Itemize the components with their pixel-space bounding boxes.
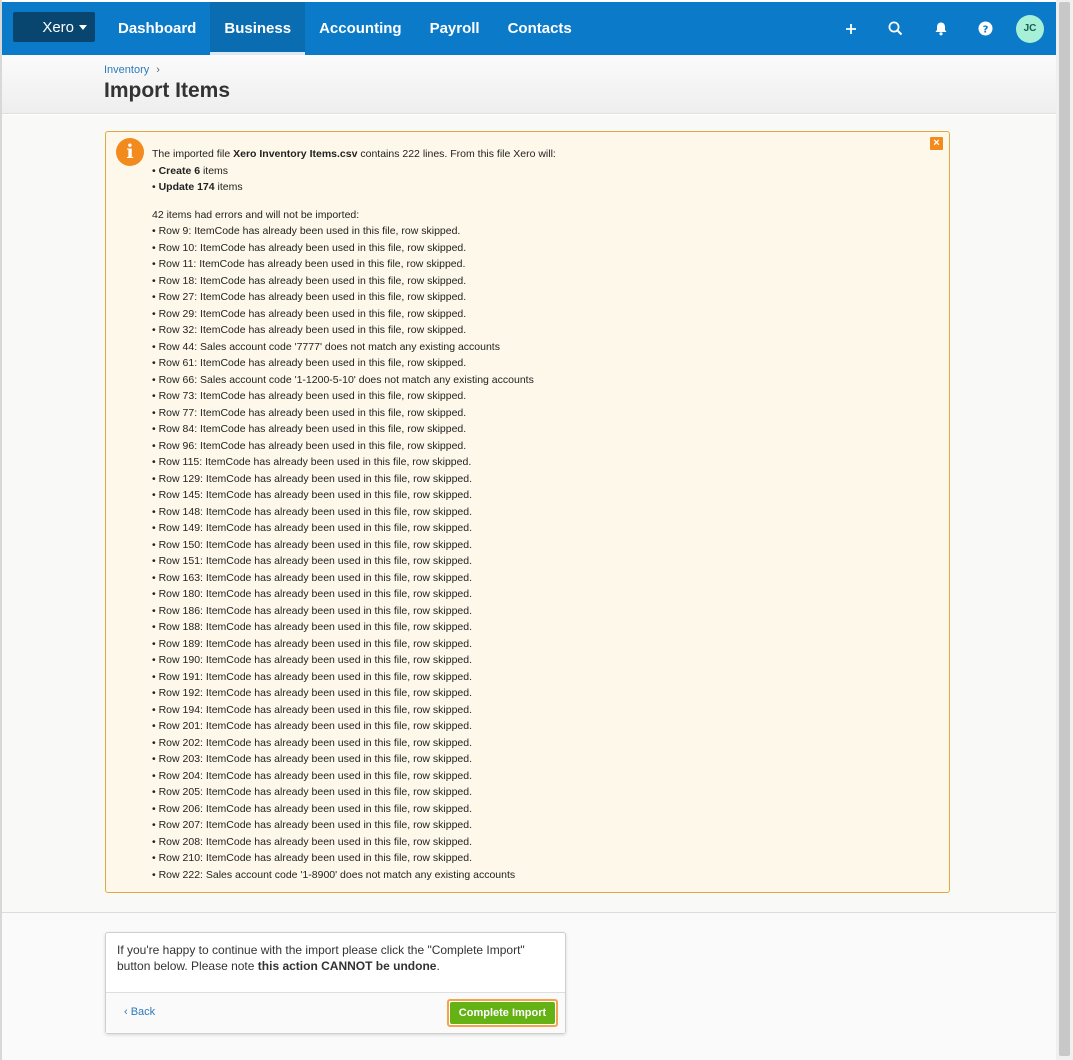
tab-business[interactable]: Business [210,2,306,55]
import-summary-notice: i × The imported file Xero Inventory Ite… [105,131,950,893]
scrollbar[interactable] [1056,0,1073,1060]
error-row: • Row 151: ItemCode has already been use… [152,555,473,567]
org-switcher[interactable]: Xero [13,12,95,42]
plus-icon[interactable] [828,2,873,55]
caret-down-icon [79,24,87,30]
tab-label: Contacts [507,20,572,37]
error-row: • Row 150: ItemCode has already been use… [152,538,473,551]
create-line: • Create 6 items [152,164,229,177]
error-row: • Row 194: ItemCode has already been use… [152,703,473,716]
update-line: • Update 174 items [152,181,243,193]
tab-label: Dashboard [118,20,197,37]
error-row: • Row 96: ItemCode has already been used… [152,439,467,452]
error-row: • Row 192: ItemCode has already been use… [152,687,473,699]
org-label: Xero [42,18,74,36]
scrollbar-thumb[interactable] [1059,2,1070,1056]
error-row: • Row 206: ItemCode has already been use… [152,802,473,815]
error-row: • Row 222: Sales account code '1-8900' d… [152,868,516,881]
tab-accounting[interactable]: Accounting [305,2,416,55]
error-row: • Row 84: ItemCode has already been used… [152,423,467,435]
error-row: • Row 149: ItemCode has already been use… [152,522,473,534]
complete-import-label: Complete Import [450,1002,555,1024]
breadcrumb-separator: › [156,64,160,76]
error-row: • Row 77: ItemCode has already been used… [152,406,467,419]
nav-actions: ? JC [828,2,1044,55]
error-row: • Row 189: ItemCode has already been use… [152,637,473,650]
error-row: • Row 11: ItemCode has already been used… [152,258,466,270]
error-row: • Row 204: ItemCode has already been use… [152,769,473,782]
error-row: • Row 27: ItemCode has already been used… [152,291,467,303]
nav-tabs: Dashboard Business Accounting Payroll Co… [104,2,586,55]
error-row: • Row 61: ItemCode has already been used… [152,357,467,369]
error-row: • Row 148: ItemCode has already been use… [152,505,473,518]
complete-import-button[interactable]: Complete Import [447,999,558,1027]
error-row: • Row 201: ItemCode has already been use… [152,720,473,732]
error-row: • Row 210: ItemCode has already been use… [152,852,473,864]
tab-dashboard[interactable]: Dashboard [104,2,210,55]
info-icon: i [116,138,144,166]
tab-label: Accounting [319,20,402,37]
bell-icon[interactable] [918,2,963,55]
error-row: • Row 44: Sales account code '7777' does… [152,340,500,353]
breadcrumb: Inventory › [104,64,160,76]
error-row: • Row 180: ItemCode has already been use… [152,588,473,600]
error-row: • Row 190: ItemCode has already been use… [152,654,473,666]
page-title: Import Items [104,79,231,102]
tab-label: Business [224,20,292,37]
error-row: • Row 18: ItemCode has already been used… [152,274,467,287]
tab-contacts[interactable]: Contacts [494,2,586,55]
error-row: • Row 10: ItemCode has already been used… [152,241,467,254]
help-icon[interactable]: ? [963,2,1008,55]
error-row: • Row 207: ItemCode has already been use… [152,819,473,831]
error-row: • Row 32: ItemCode has already been used… [152,324,467,336]
error-row: • Row 145: ItemCode has already been use… [152,489,473,501]
tab-payroll[interactable]: Payroll [416,2,494,55]
error-row: • Row 73: ItemCode has already been used… [152,390,467,402]
confirm-footer: ‹ Back Complete Import [106,992,565,1033]
top-nav: Xero Dashboard Business Accounting Payro… [2,2,1056,55]
notice-text: The imported file Xero Inventory Items.c… [152,146,556,883]
error-row: • Row 203: ItemCode has already been use… [152,753,473,765]
error-row: • Row 202: ItemCode has already been use… [152,736,473,749]
error-list: • Row 9: ItemCode has already been used … [152,223,556,883]
search-icon[interactable] [873,2,918,55]
error-row: • Row 115: ItemCode has already been use… [152,456,472,468]
error-row: • Row 29: ItemCode has already been used… [152,307,467,320]
svg-text:?: ? [983,24,989,35]
confirm-panel: If you're happy to continue with the imp… [105,932,566,1034]
error-row: • Row 163: ItemCode has already been use… [152,571,473,584]
error-heading: 42 items had errors and will not be impo… [152,208,360,221]
avatar[interactable]: JC [1016,14,1044,43]
error-row: • Row 129: ItemCode has already been use… [152,472,473,485]
confirm-text: If you're happy to continue with the imp… [117,943,525,973]
error-row: • Row 9: ItemCode has already been used … [152,225,461,237]
error-row: • Row 186: ItemCode has already been use… [152,604,473,617]
error-row: • Row 208: ItemCode has already been use… [152,835,473,848]
close-icon[interactable]: × [930,137,943,150]
bottom-area: If you're happy to continue with the imp… [2,913,1056,1060]
page-header: Inventory › Import Items [2,55,1056,114]
notice-intro: The imported file Xero Inventory Items.c… [152,148,556,160]
error-row: • Row 188: ItemCode has already been use… [152,621,473,633]
back-link[interactable]: ‹ Back [124,1006,155,1018]
error-row: • Row 205: ItemCode has already been use… [152,786,473,798]
breadcrumb-link-inventory[interactable]: Inventory [104,64,149,76]
error-row: • Row 66: Sales account code '1-1200-5-1… [152,373,534,386]
error-row: • Row 191: ItemCode has already been use… [152,670,473,683]
tab-label: Payroll [429,20,480,37]
file-name: Xero Inventory Items.csv [233,148,358,160]
content-area: i × The imported file Xero Inventory Ite… [2,115,1056,912]
avatar-initials: JC [1023,23,1037,34]
